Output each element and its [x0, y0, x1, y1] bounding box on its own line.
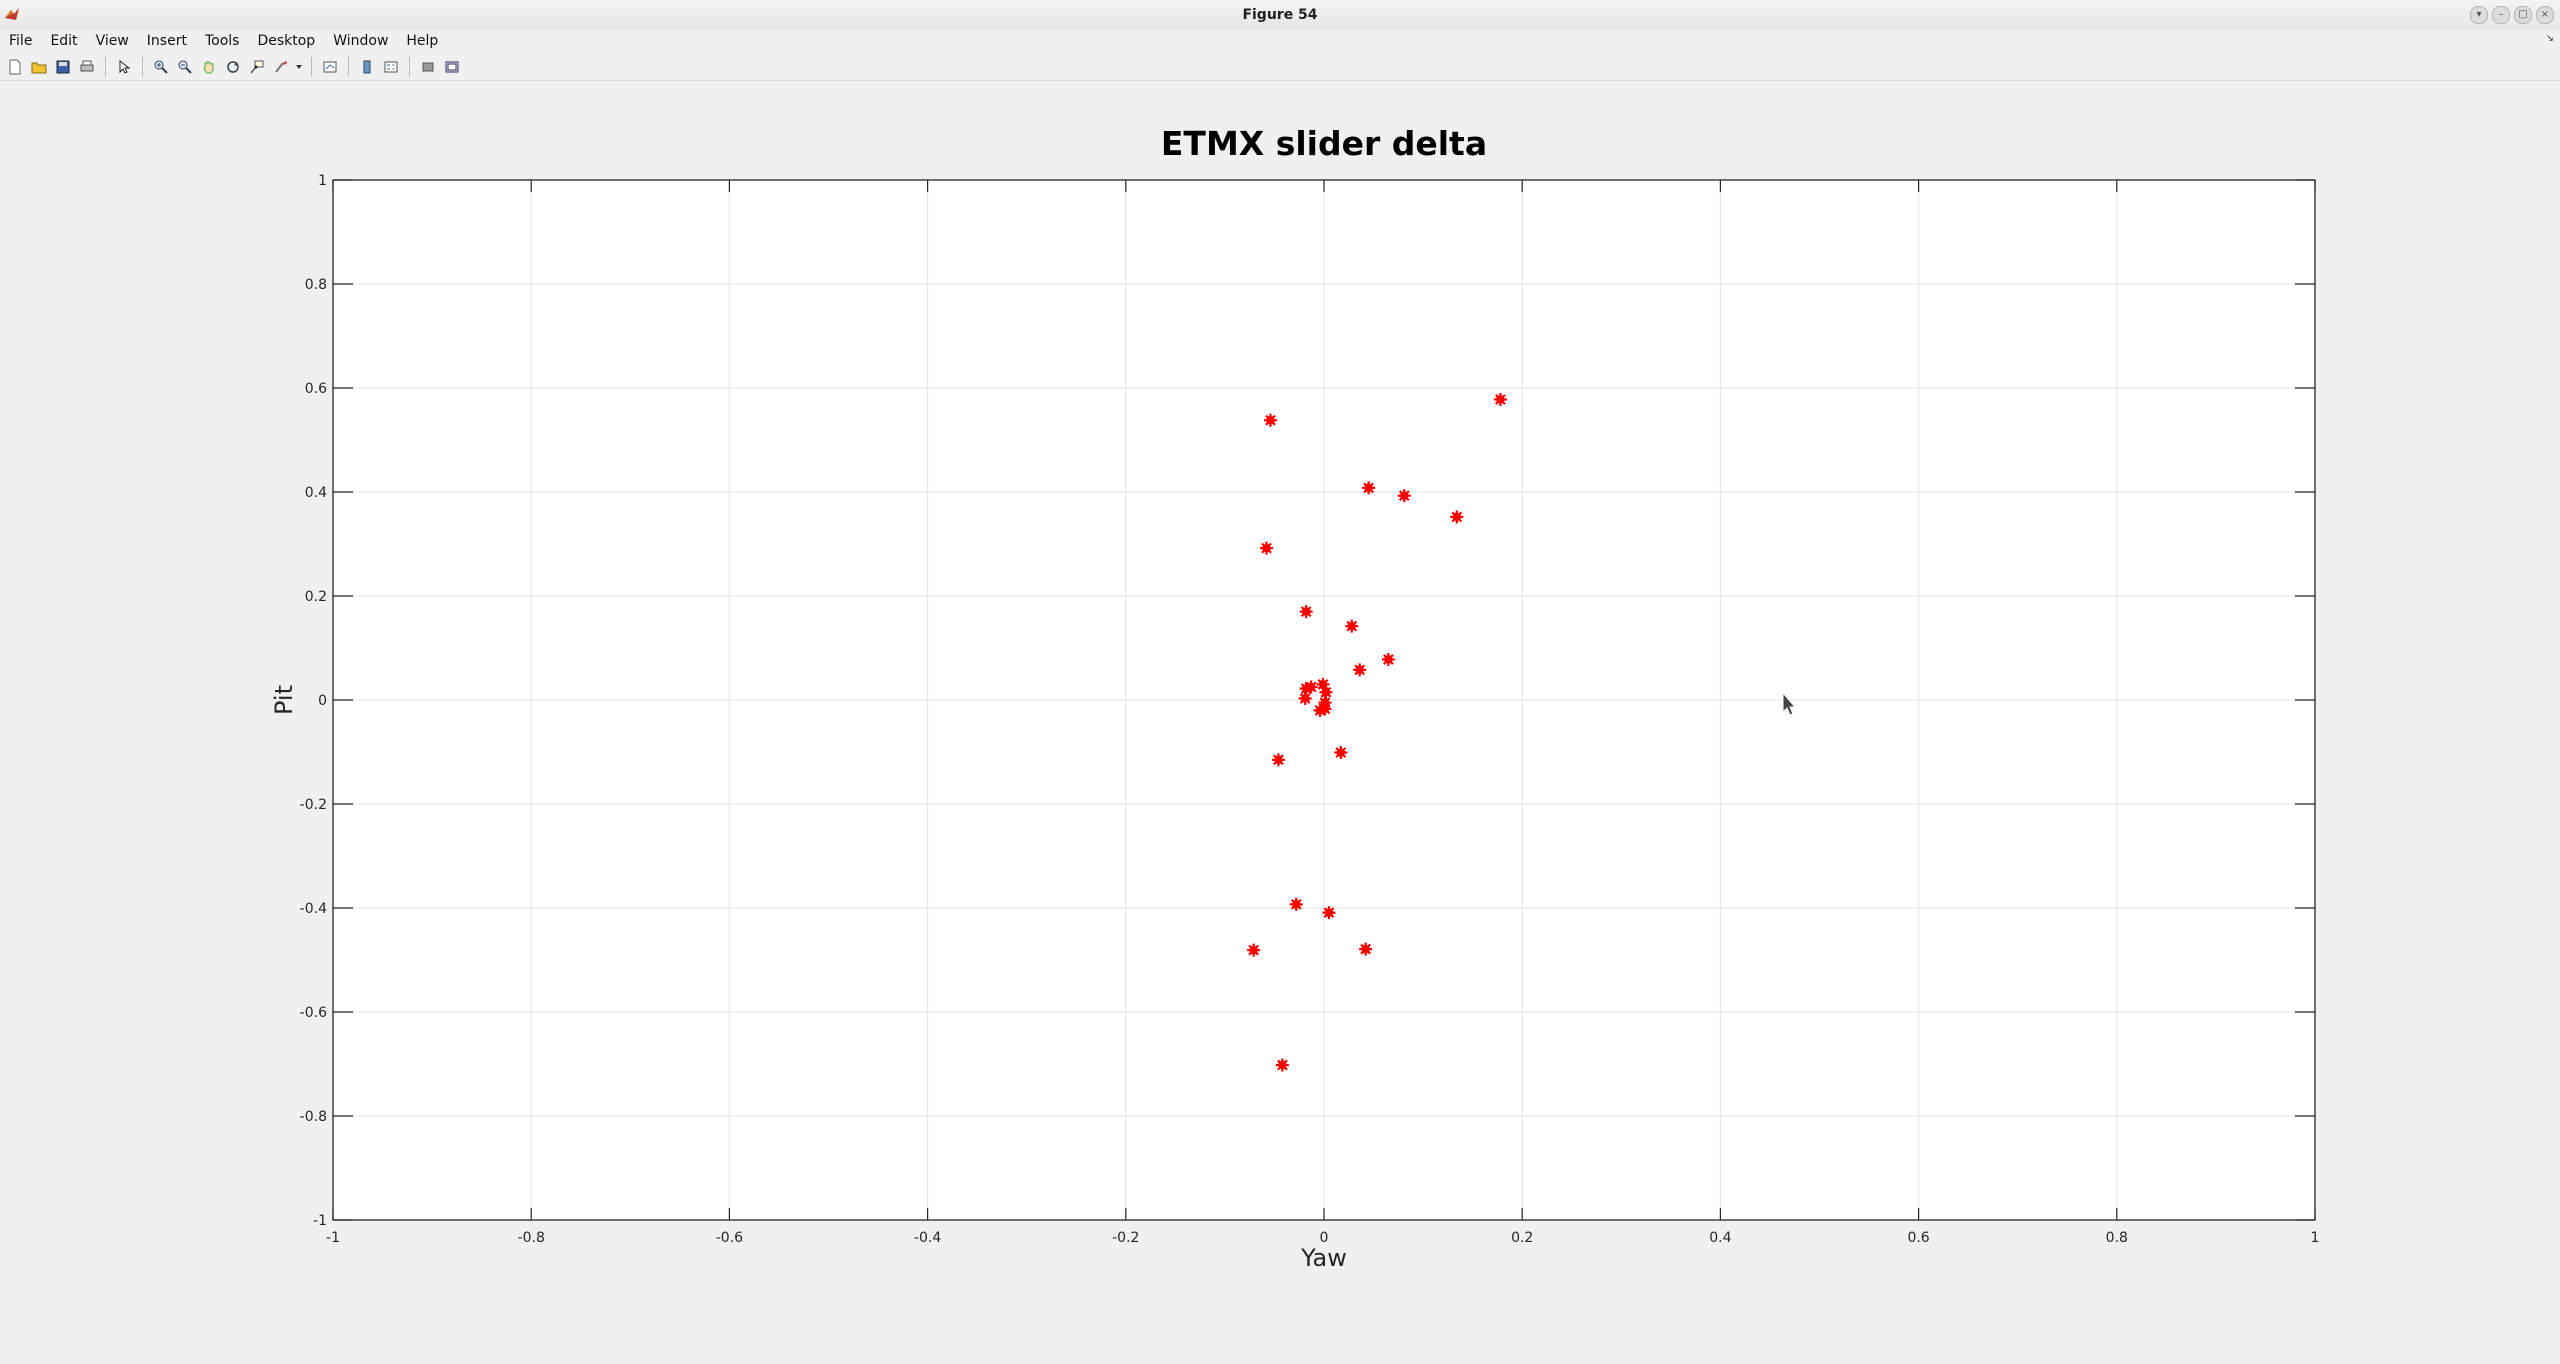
- toolbar-separator: [142, 57, 143, 77]
- close-icon[interactable]: ×: [2536, 6, 2554, 24]
- x-tick-label: -0.8: [518, 1230, 545, 1246]
- brush-icon[interactable]: [270, 56, 292, 78]
- data-point: [1381, 652, 1395, 666]
- x-axis-label: Yaw: [1300, 1244, 1347, 1272]
- data-point: [1260, 541, 1274, 555]
- scatter-plot[interactable]: ETMX slider delta -1 -0.8 -0.6 -0.4 -0.2 0 0.2…: [0, 81, 2560, 1360]
- x-tick-label: 0.4: [1709, 1230, 1731, 1246]
- menu-desktop[interactable]: Desktop: [248, 33, 324, 49]
- window-menu-icon[interactable]: ▾: [2470, 6, 2488, 24]
- save-icon[interactable]: [52, 56, 74, 78]
- zoom-in-icon[interactable]: [150, 56, 172, 78]
- data-point: [1289, 897, 1303, 911]
- window-title: Figure 54: [1242, 7, 1318, 23]
- data-point: [1450, 510, 1464, 524]
- data-point: [1247, 943, 1261, 957]
- data-point: [1359, 942, 1373, 956]
- y-tick-label: -0.8: [300, 1109, 327, 1125]
- open-file-icon[interactable]: [28, 56, 50, 78]
- y-tick-label: -0.4: [300, 901, 327, 917]
- menu-bar: File Edit View Insert Tools Desktop Wind…: [0, 30, 2560, 52]
- data-point: [1313, 703, 1327, 717]
- y-axis-label: Pit: [270, 685, 298, 715]
- data-point: [1334, 746, 1348, 760]
- y-tick-label: 0.8: [305, 277, 327, 293]
- show-plot-tools-icon[interactable]: [441, 56, 463, 78]
- y-tick-label: -0.6: [300, 1005, 327, 1021]
- menu-edit[interactable]: Edit: [41, 33, 86, 49]
- menu-help[interactable]: Help: [397, 33, 447, 49]
- x-tick-label: -0.6: [716, 1230, 743, 1246]
- zoom-out-icon[interactable]: [174, 56, 196, 78]
- chart-title: ETMX slider delta: [1161, 124, 1487, 163]
- data-point: [1493, 392, 1507, 406]
- x-tick-label: 0.6: [1907, 1230, 1929, 1246]
- y-tick-label: 1: [318, 173, 327, 189]
- y-tick-label: -1: [313, 1213, 327, 1229]
- x-tick-label: 0.8: [2106, 1230, 2128, 1246]
- maximize-icon[interactable]: □: [2514, 6, 2532, 24]
- x-tick-label: -0.4: [914, 1230, 941, 1246]
- data-point: [1263, 413, 1277, 427]
- data-point: [1275, 1058, 1289, 1072]
- brush-dropdown-icon[interactable]: [294, 56, 304, 78]
- menu-view[interactable]: View: [87, 33, 138, 49]
- data-cursor-icon[interactable]: [246, 56, 268, 78]
- minimize-icon[interactable]: –: [2492, 6, 2510, 24]
- print-icon[interactable]: [76, 56, 98, 78]
- y-tick-label: -0.2: [300, 797, 327, 813]
- x-tick-label: -0.2: [1112, 1230, 1139, 1246]
- toolbar-separator: [105, 57, 106, 77]
- edit-plot-arrow-icon[interactable]: [113, 56, 135, 78]
- data-point: [1397, 489, 1411, 503]
- data-point: [1271, 753, 1285, 767]
- y-tick-label: 0: [318, 693, 327, 709]
- menu-window[interactable]: Window: [324, 33, 397, 49]
- data-point: [1362, 481, 1376, 495]
- data-point: [1299, 605, 1313, 619]
- pan-hand-icon[interactable]: [198, 56, 220, 78]
- toolbar-separator: [409, 57, 410, 77]
- y-tick-label: 0.4: [305, 485, 327, 501]
- insert-colorbar-icon[interactable]: [356, 56, 378, 78]
- hide-plot-tools-icon[interactable]: [417, 56, 439, 78]
- data-point: [1322, 906, 1336, 920]
- x-tick-label: 0.2: [1511, 1230, 1533, 1246]
- y-tick-labels: -1 -0.8 -0.6 -0.4 -0.2 0 0.2 0.4 0.6 0.8 1: [300, 173, 327, 1229]
- new-figure-icon[interactable]: [4, 56, 26, 78]
- menu-tools[interactable]: Tools: [196, 33, 249, 49]
- toolbar-separator: [348, 57, 349, 77]
- y-tick-label: 0.6: [305, 381, 327, 397]
- data-point: [1353, 663, 1367, 677]
- dock-figure-icon[interactable]: ↘: [2546, 33, 2554, 44]
- figure-canvas: ETMX slider delta -1 -0.8 -0.6 -0.4 -0.2 0 0.2…: [0, 81, 2560, 1360]
- insert-legend-icon[interactable]: [380, 56, 402, 78]
- data-point: [1298, 691, 1312, 705]
- y-tick-label: 0.2: [305, 589, 327, 605]
- window-controls: ▾ – □ ×: [2470, 6, 2554, 24]
- x-tick-label: -1: [326, 1230, 340, 1246]
- figure-toolbar: [0, 54, 2560, 81]
- menu-file[interactable]: File: [0, 33, 41, 49]
- menu-insert[interactable]: Insert: [138, 33, 196, 49]
- data-point: [1345, 619, 1359, 633]
- x-tick-label: 1: [2311, 1230, 2320, 1246]
- link-plot-icon[interactable]: [319, 56, 341, 78]
- data-point: [1304, 680, 1318, 694]
- rotate-3d-icon[interactable]: [222, 56, 244, 78]
- toolbar-separator: [311, 57, 312, 77]
- window-titlebar: Figure 54 ▾ – □ ×: [0, 0, 2560, 31]
